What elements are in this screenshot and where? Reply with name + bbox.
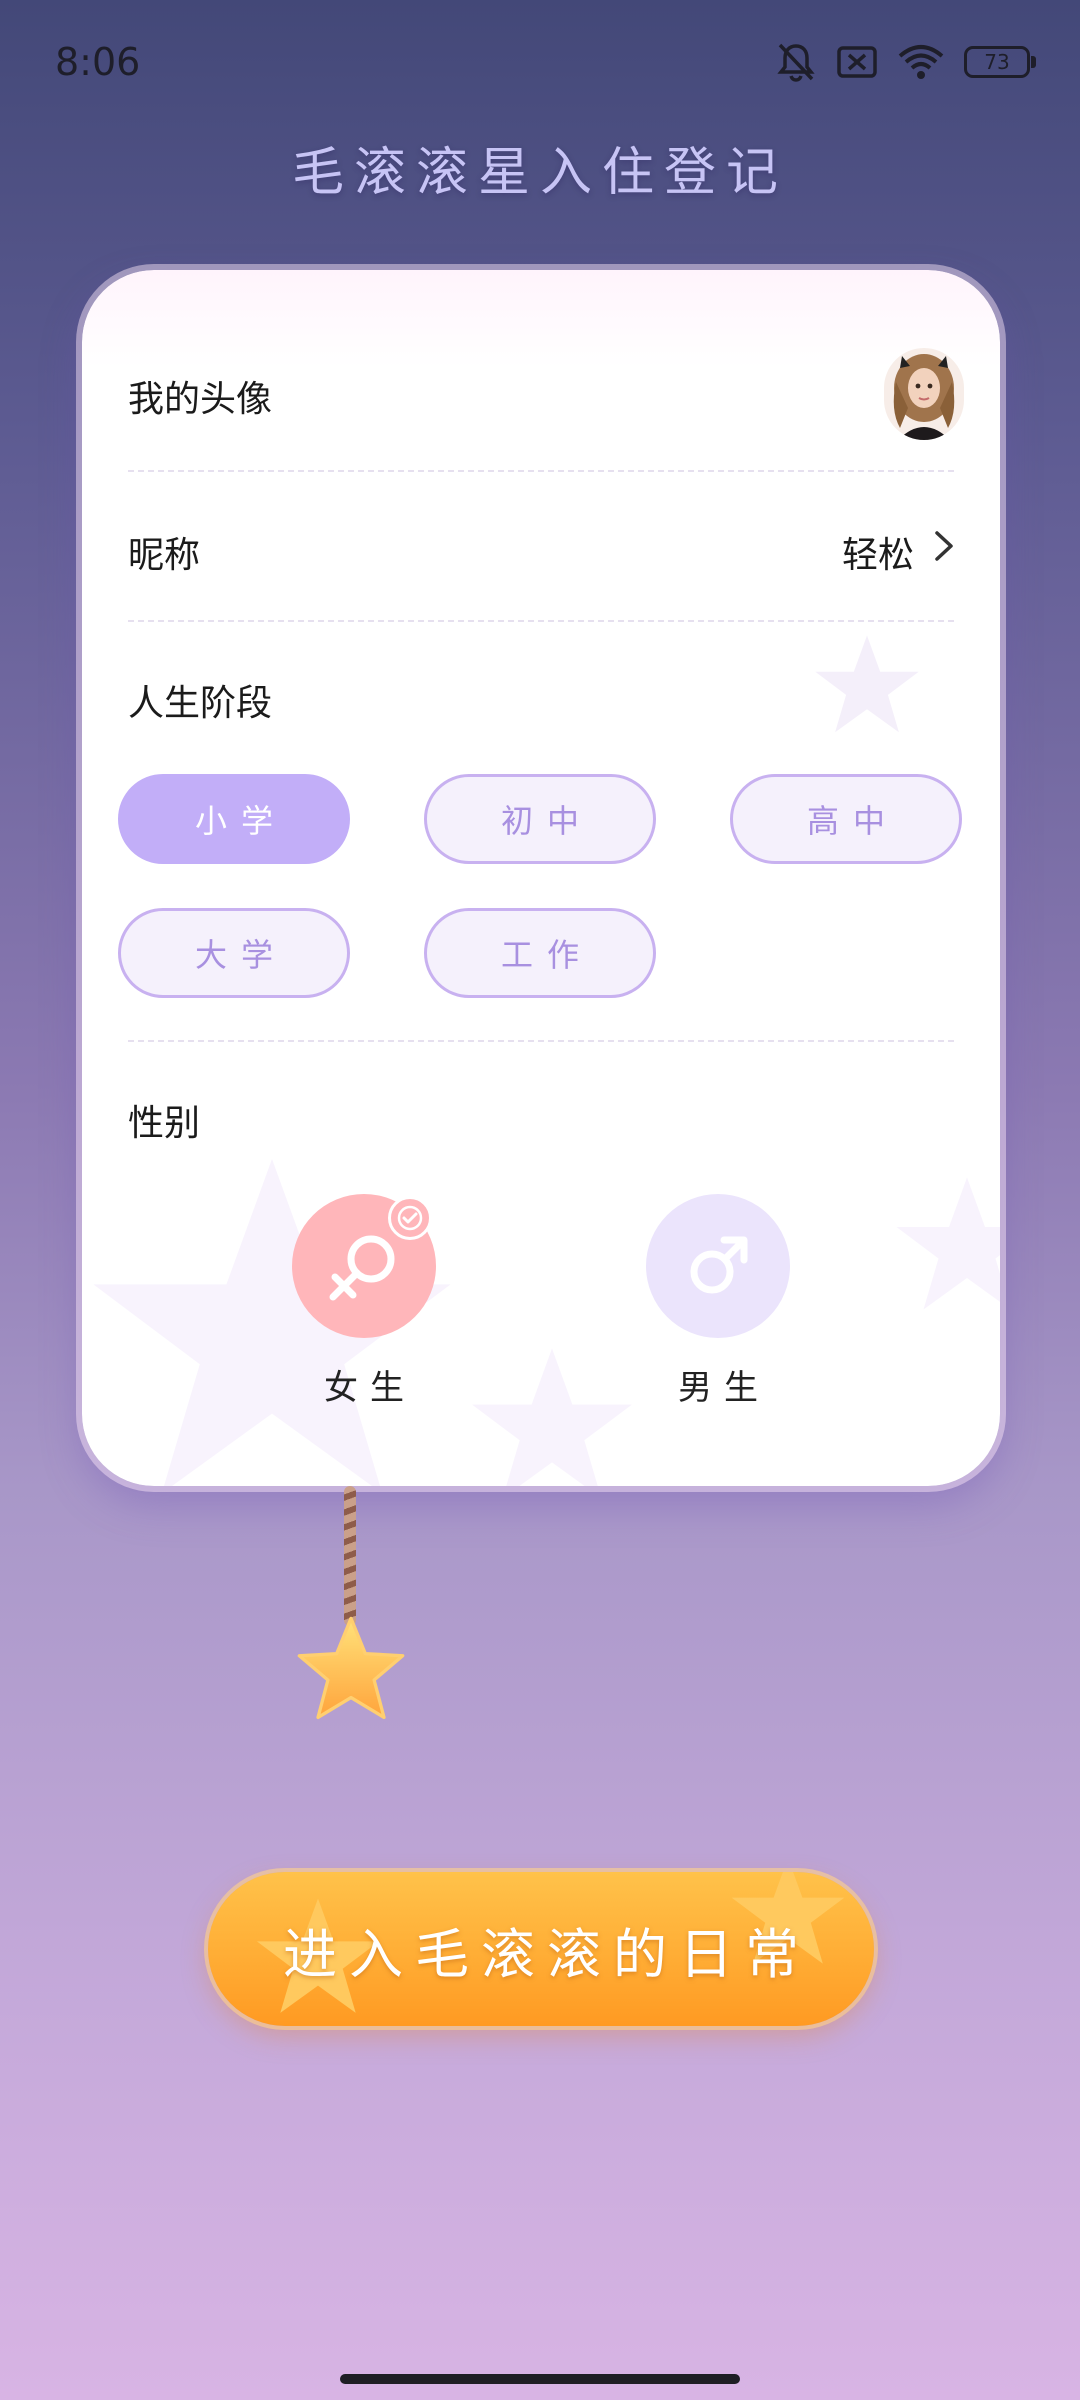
life-stage-label: 人生阶段	[128, 683, 273, 724]
enter-daily-label: 进入毛滚滚的日常	[283, 1922, 811, 1986]
gender-label: 性别	[128, 1103, 201, 1144]
stage-option-university[interactable]: 大学	[118, 908, 350, 998]
nickname-label: 昵称	[128, 535, 201, 576]
battery-icon: 73	[964, 46, 1036, 78]
chevron-right-icon[interactable]	[924, 526, 964, 566]
avatar-row[interactable]: 我的头像	[82, 330, 1000, 460]
decorative-star-icon	[93, 1159, 451, 1486]
rope	[344, 1486, 356, 1626]
status-time: 8:06	[55, 40, 141, 84]
divider	[128, 1040, 954, 1042]
enter-daily-button[interactable]: 进入毛滚滚的日常	[208, 1872, 874, 2026]
bell-muted-icon	[777, 43, 815, 82]
stage-option-senior-high[interactable]: 高中	[730, 774, 962, 864]
stage-option-primary-school[interactable]: 小学	[118, 774, 350, 864]
nickname-value[interactable]: 轻松	[842, 526, 914, 578]
divider	[128, 470, 954, 472]
gender-label-male: 男生	[678, 1368, 770, 1408]
male-icon	[690, 1236, 748, 1294]
gender-option-male[interactable]	[646, 1194, 790, 1338]
decorative-star-icon	[472, 1348, 632, 1486]
star-icon	[297, 1616, 405, 1720]
stage-option-work[interactable]: 工作	[424, 908, 656, 998]
gender-label-female: 女生	[324, 1368, 416, 1408]
status-icons: 73	[776, 40, 1036, 84]
home-indicator[interactable]	[340, 2374, 740, 2384]
stage-option-junior-high[interactable]: 初中	[424, 774, 656, 864]
selected-check-icon	[388, 1196, 432, 1240]
decorative-star-icon	[896, 1177, 1000, 1310]
sim-off-icon	[837, 46, 877, 78]
wifi-icon	[898, 45, 944, 79]
divider	[128, 620, 954, 622]
avatar-label: 我的头像	[128, 379, 273, 420]
status-bar: 8:06 73	[0, 0, 1080, 124]
registration-card: 我的头像 昵称 轻松 人生阶段 小学 初中 高中 大学 工作 性别 女生 男生	[82, 270, 1000, 1486]
decorative-star-icon	[815, 635, 919, 733]
page-title: 毛滚滚星入住登记	[291, 143, 788, 203]
avatar[interactable]	[884, 348, 964, 440]
